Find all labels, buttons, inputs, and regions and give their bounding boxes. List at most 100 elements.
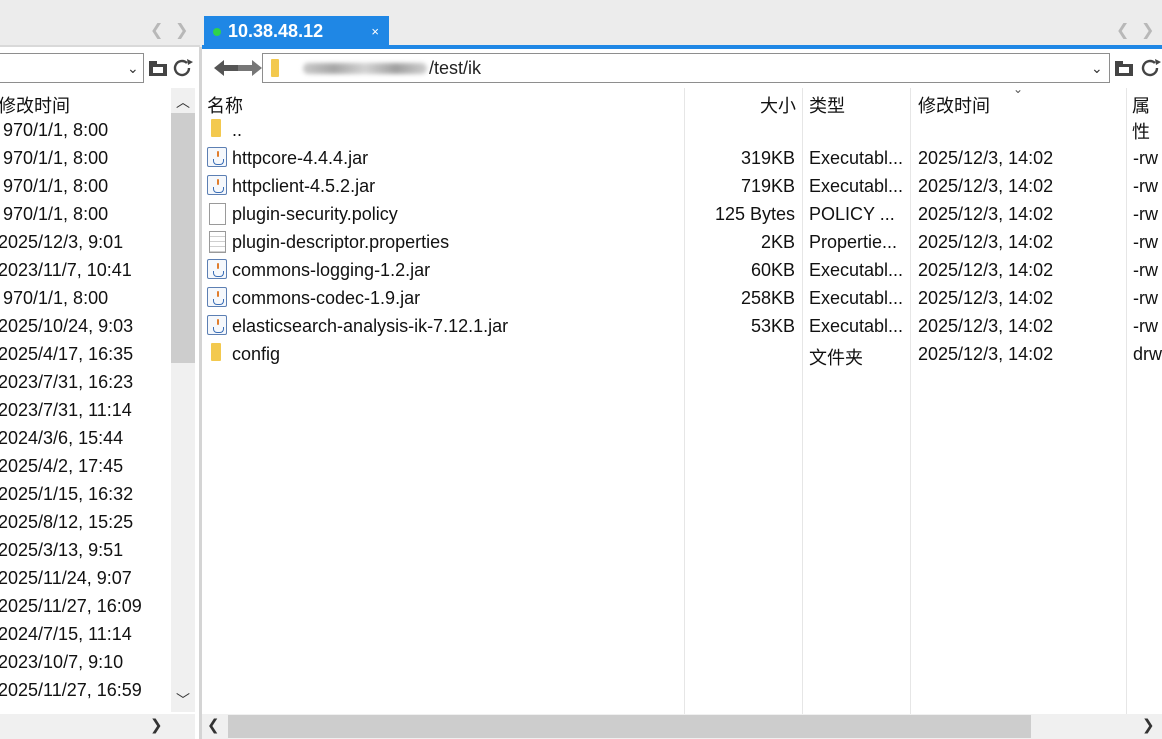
local-path-dropdown[interactable]: ⌄	[0, 53, 144, 83]
modified-date: 2025/11/27, 16:59	[0, 680, 142, 700]
list-item[interactable]: 970/1/1, 8:00	[0, 145, 170, 173]
column-header-size[interactable]: 大小	[760, 92, 796, 118]
file-name: plugin-security.policy	[232, 204, 398, 224]
modified-date: 2025/4/2, 17:45	[0, 456, 124, 476]
refresh-icon[interactable]	[1140, 58, 1162, 78]
modified-date: 970/1/1, 8:00	[3, 288, 109, 308]
file-modified: 2025/12/3, 14:02	[918, 232, 1054, 252]
list-item[interactable]: 2025/11/27, 16:09	[0, 593, 170, 621]
column-header-type[interactable]: 类型	[809, 92, 845, 118]
file-type: Propertie...	[809, 232, 898, 252]
list-item[interactable]: 2025/12/3, 9:01	[0, 229, 170, 257]
file-name: httpcore-4.4.4.jar	[232, 148, 369, 168]
list-item[interactable]: 2025/8/12, 15:25	[0, 509, 170, 537]
file-modified: 2025/12/3, 14:02	[918, 148, 1054, 168]
remote-path-dropdown[interactable]: /test/ik ⌄	[262, 53, 1110, 83]
column-header-name[interactable]: 名称	[207, 92, 243, 118]
file-modified: 2025/12/3, 14:02	[918, 316, 1054, 336]
list-item[interactable]: 2024/7/15, 11:14	[0, 621, 170, 649]
modified-date: 2025/3/13, 9:51	[0, 540, 124, 560]
back-forward-arrows-icon[interactable]	[212, 57, 264, 79]
left-scroll-thumb[interactable]	[171, 113, 195, 363]
list-item[interactable]: 2023/11/7, 10:41	[0, 257, 170, 285]
scroll-left-icon[interactable]: ❮	[207, 716, 220, 734]
list-item[interactable]: 2025/3/13, 9:51	[0, 537, 170, 565]
modified-date: 2025/4/17, 16:35	[0, 344, 134, 364]
list-item[interactable]: 2023/7/31, 16:23	[0, 369, 170, 397]
open-folder-icon[interactable]	[148, 58, 170, 78]
scroll-right-icon[interactable]: ❯	[150, 716, 163, 734]
list-item[interactable]: 2023/7/31, 11:14	[0, 397, 170, 425]
file-type: Executabl...	[809, 148, 904, 168]
list-item[interactable]: 2025/4/17, 16:35	[0, 341, 170, 369]
scroll-right-icon[interactable]: ❯	[1142, 716, 1155, 734]
list-item[interactable]: 970/1/1, 8:00	[0, 285, 170, 313]
jar-icon	[207, 175, 227, 195]
table-row[interactable]: httpcore-4.4.4.jar 319KB Executabl... 2025/…	[205, 145, 1162, 173]
file-name: config	[232, 344, 281, 364]
table-row[interactable]: elasticsearch-analysis-ik-7.12.1.jar 53KB…	[205, 313, 1162, 341]
table-row[interactable]: config 文件夹 2025/12/3, 14:02 drw	[205, 341, 1162, 369]
table-row[interactable]: plugin-descriptor.properties 2KB Propertie…	[205, 229, 1162, 257]
table-row[interactable]: commons-codec-1.9.jar 258KB Executabl... 20…	[205, 285, 1162, 313]
right-tab-scroll-left-icon[interactable]: ❮	[1116, 23, 1129, 39]
list-item[interactable]: 2025/4/2, 17:45	[0, 453, 170, 481]
file-modified: 2025/12/3, 14:02	[918, 288, 1054, 308]
file-size: 125 Bytes	[714, 204, 795, 224]
modified-date: 2025/11/27, 16:09	[0, 596, 142, 616]
tab-close-icon[interactable]: ×	[371, 24, 379, 39]
list-item[interactable]: 970/1/1, 8:00	[0, 117, 170, 145]
modified-date: 2023/10/7, 9:10	[0, 652, 124, 672]
modified-date: 2025/12/3, 9:01	[0, 232, 124, 252]
tab-title: 10.38.48.12	[228, 21, 324, 41]
table-row[interactable]: ..	[205, 117, 1162, 145]
table-row[interactable]: commons-logging-1.2.jar 60KB Executabl... 2…	[205, 257, 1162, 285]
column-header-modified[interactable]: 修改时间	[0, 92, 70, 118]
chevron-down-icon[interactable]: ⌄	[127, 60, 139, 77]
list-item[interactable]: 970/1/1, 8:00	[0, 201, 170, 229]
file-name: httpclient-4.5.2.jar	[232, 176, 376, 196]
refresh-icon[interactable]	[172, 58, 194, 78]
table-row[interactable]: plugin-security.policy 125 Bytes POLICY ..…	[205, 201, 1162, 229]
scroll-up-icon[interactable]: ︿	[176, 92, 190, 112]
file-attributes: -rw	[1133, 148, 1158, 168]
folder-icon	[211, 119, 221, 137]
scroll-down-icon[interactable]: ﹀	[176, 690, 190, 710]
file-modified: 2025/12/3, 14:02	[918, 260, 1054, 280]
table-row[interactable]: httpclient-4.5.2.jar 719KB Executabl... 202…	[205, 173, 1162, 201]
path-text[interactable]: /test/ik	[429, 58, 481, 79]
modified-date: 2025/11/24, 9:07	[0, 568, 132, 588]
list-item[interactable]: 2025/10/24, 9:03	[0, 313, 170, 341]
modified-date: 2025/8/12, 15:25	[0, 512, 134, 532]
file-attributes: -rw	[1133, 176, 1158, 196]
file-attributes: drw	[1133, 344, 1162, 364]
right-tab-scroll-right-icon[interactable]: ❯	[1141, 23, 1154, 39]
panel-divider[interactable]	[199, 47, 202, 739]
chevron-down-icon[interactable]: ⌄	[1091, 60, 1103, 77]
file-type: Executabl...	[809, 316, 904, 336]
list-item[interactable]: 2024/3/6, 15:44	[0, 425, 170, 453]
file-attributes: -rw	[1133, 204, 1158, 224]
open-folder-icon[interactable]	[1114, 58, 1136, 78]
right-scroll-thumb[interactable]	[228, 715, 1031, 738]
list-item[interactable]: 2023/10/7, 9:10	[0, 649, 170, 677]
redacted-path-segment	[303, 63, 427, 74]
list-item[interactable]: 2025/1/15, 16:32	[0, 481, 170, 509]
document-icon	[209, 203, 226, 225]
left-tab-scroll-right-icon[interactable]: ❯	[175, 23, 188, 39]
list-item[interactable]: 2025/11/27, 16:59	[0, 677, 170, 705]
left-tab-scroll-left-icon[interactable]: ❮	[150, 23, 163, 39]
connection-status-dot-icon	[213, 28, 221, 36]
modified-date: 970/1/1, 8:00	[3, 148, 109, 168]
properties-file-icon	[209, 231, 226, 253]
left-horizontal-scrollbar[interactable]	[0, 714, 195, 739]
file-size: 719KB	[740, 176, 795, 196]
tab-remote-session[interactable]: 10.38.48.12 ×	[204, 16, 389, 47]
list-item[interactable]: 970/1/1, 8:00	[0, 173, 170, 201]
file-type: POLICY ...	[809, 204, 895, 224]
column-header-modified[interactable]: 修改时间	[918, 92, 990, 118]
modified-date: 2024/7/15, 11:14	[0, 624, 132, 644]
modified-date: 2024/3/6, 15:44	[0, 428, 124, 448]
modified-date: 2023/7/31, 16:23	[0, 372, 134, 392]
list-item[interactable]: 2025/11/24, 9:07	[0, 565, 170, 593]
